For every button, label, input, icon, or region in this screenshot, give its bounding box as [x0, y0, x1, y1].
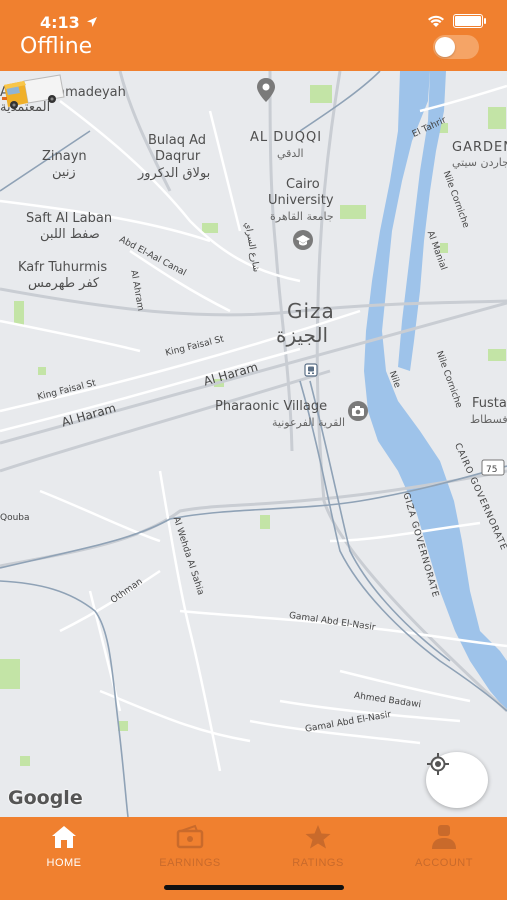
- online-toggle[interactable]: [433, 35, 479, 59]
- camera-attraction-icon[interactable]: [347, 400, 369, 422]
- my-location-button[interactable]: [426, 752, 488, 808]
- wifi-icon: [428, 15, 444, 27]
- metro-station-icon[interactable]: [304, 363, 318, 377]
- map-label-bulaq: Bulaq Ad: [148, 133, 207, 148]
- status-time: 4:13: [40, 13, 80, 32]
- map-label-kafr: Kafr Tuhurmis: [18, 260, 108, 275]
- map-label-cairo-uni: Cairo: [286, 177, 320, 192]
- map-label-kafr-ar: كفر طهرمس: [28, 276, 100, 291]
- google-logo: Google: [8, 787, 83, 809]
- tab-ratings-label: RATINGS: [292, 857, 344, 869]
- map-label-pharaonic-ar: القرية الفرعونية: [272, 416, 346, 429]
- map-label-cairo-uni-ar: جامعة القاهرة: [270, 210, 334, 223]
- map-label-pharaonic: Pharaonic Village: [215, 399, 328, 414]
- map-label-qouba: Qouba: [0, 513, 30, 523]
- map-label-garden: GARDEN C: [452, 140, 507, 155]
- map-label-fusta-ar: فسطاط: [470, 413, 507, 426]
- crosshair-icon: [427, 753, 449, 775]
- home-icon: [52, 826, 76, 848]
- tab-account-label: ACCOUNT: [415, 857, 473, 869]
- wallet-icon: [176, 824, 204, 849]
- map-label-bulaq-ar: بولاق الدكرور: [138, 166, 211, 181]
- route-75-label: 75: [486, 465, 498, 475]
- page-title: Offline: [20, 34, 93, 59]
- map-label-zinayn: Zinayn: [42, 149, 87, 164]
- battery-icon: [453, 14, 486, 28]
- map-label-duqqi-ar: الدقي: [277, 147, 304, 160]
- map-label-duqqi: AL DUQQI: [250, 130, 323, 145]
- person-icon: [432, 825, 456, 849]
- tab-home-label: HOME: [46, 857, 82, 869]
- star-icon: [305, 825, 331, 849]
- tab-home[interactable]: HOME: [4, 823, 124, 869]
- map-label-cairo-uni-2: University: [268, 193, 334, 208]
- map-label-zinayn-ar: زنين: [52, 165, 76, 180]
- home-indicator: [164, 885, 344, 890]
- tab-ratings[interactable]: RATINGS: [258, 823, 378, 869]
- map-label-garden-ar: جاردن سيتي: [452, 156, 507, 169]
- map-view[interactable]: Al Mohatamadeyah المعتمدية Bulaq Ad Daqr…: [0, 71, 507, 817]
- map-label-giza-ar: الجيزة: [276, 323, 329, 347]
- tab-earnings-label: EARNINGS: [159, 857, 221, 869]
- place-pin-icon[interactable]: [256, 77, 276, 103]
- map-label-bulaq-2: Daqrur: [155, 149, 201, 164]
- truck-marker-icon[interactable]: [0, 71, 66, 111]
- tab-account[interactable]: ACCOUNT: [384, 823, 504, 869]
- map-label-giza: Giza: [287, 299, 335, 323]
- top-bar: 4:13 Offline: [0, 0, 507, 71]
- map-label-saft: Saft Al Laban: [26, 211, 113, 226]
- toggle-knob: [435, 37, 455, 57]
- location-arrow-icon: [87, 17, 97, 27]
- university-icon[interactable]: [292, 229, 314, 251]
- tab-earnings[interactable]: EARNINGS: [130, 823, 250, 869]
- status-icons: [427, 14, 486, 28]
- map-label-fusta: Fusta: [472, 396, 507, 411]
- map-base: [0, 71, 507, 817]
- map-label-saft-ar: صفط اللبن: [40, 227, 100, 242]
